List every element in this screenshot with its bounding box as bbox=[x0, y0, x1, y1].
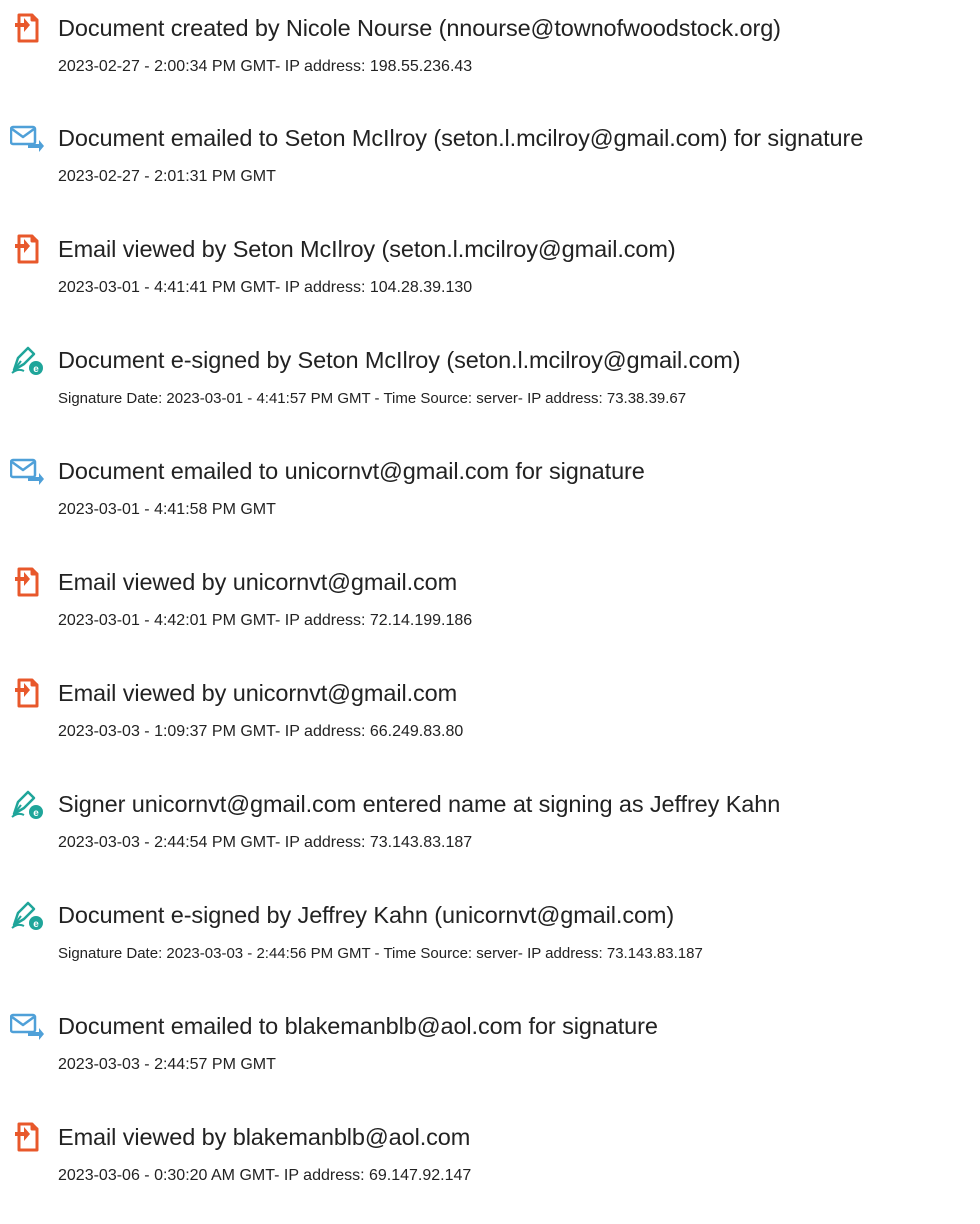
document-icon bbox=[15, 678, 39, 708]
esign-icon: e bbox=[11, 790, 43, 819]
document-icon bbox=[15, 1122, 39, 1152]
email-icon bbox=[10, 458, 44, 485]
entry-title: Signer unicornvt@gmail.com entered name … bbox=[58, 791, 781, 817]
entry-detail: Signature Date: 2023-03-01 - 4:41:57 PM … bbox=[58, 390, 687, 407]
document-icon bbox=[15, 13, 39, 43]
entry-detail: 2023-03-01 - 4:41:58 PM GMT bbox=[58, 501, 276, 518]
entry-detail: 2023-03-01 - 4:41:41 PM GMT- IP address:… bbox=[58, 279, 473, 296]
entry-detail: 2023-03-03 - 2:44:54 PM GMT- IP address:… bbox=[58, 834, 473, 851]
svg-text:e: e bbox=[33, 919, 39, 930]
entry-detail: Signature Date: 2023-03-03 - 2:44:56 PM … bbox=[58, 945, 703, 962]
entry-title: Email viewed by unicornvt@gmail.com bbox=[58, 680, 458, 706]
svg-text:e: e bbox=[33, 808, 39, 819]
entry-title: Document e-signed by Seton McIlroy (seto… bbox=[58, 347, 741, 373]
entry-detail: 2023-03-06 - 0:30:20 AM GMT- IP address:… bbox=[58, 1167, 472, 1184]
entry-title: Document emailed to blakemanblb@aol.com … bbox=[58, 1013, 658, 1039]
entry-title: Document created by Nicole Nourse (nnour… bbox=[58, 15, 781, 41]
entry-detail: 2023-02-27 - 2:01:31 PM GMT bbox=[58, 168, 276, 185]
document-icon bbox=[15, 234, 39, 264]
entry-title: Email viewed by unicornvt@gmail.com bbox=[58, 569, 458, 595]
entry-title: Document emailed to unicornvt@gmail.com … bbox=[58, 458, 645, 484]
svg-text:e: e bbox=[33, 364, 39, 375]
entry-title: Email viewed by blakemanblb@aol.com bbox=[58, 1124, 471, 1150]
entry-detail: 2023-03-03 - 2:44:57 PM GMT bbox=[58, 1056, 276, 1073]
entry-detail: 2023-02-27 - 2:00:34 PM GMT- IP address:… bbox=[58, 58, 473, 75]
entry-title: Document emailed to Seton McIlroy (seton… bbox=[58, 125, 864, 151]
entry-detail: 2023-03-03 - 1:09:37 PM GMT- IP address:… bbox=[58, 723, 464, 740]
entry-title: Email viewed by Seton McIlroy (seton.l.m… bbox=[58, 236, 676, 262]
esign-icon: e bbox=[11, 901, 43, 930]
esign-icon: e bbox=[11, 346, 43, 375]
email-icon bbox=[10, 125, 44, 152]
entry-detail: 2023-03-01 - 4:42:01 PM GMT- IP address:… bbox=[58, 612, 473, 629]
document-icon bbox=[15, 567, 39, 597]
entry-title: Document e-signed by Jeffrey Kahn (unico… bbox=[58, 902, 675, 928]
email-icon bbox=[10, 1013, 44, 1040]
